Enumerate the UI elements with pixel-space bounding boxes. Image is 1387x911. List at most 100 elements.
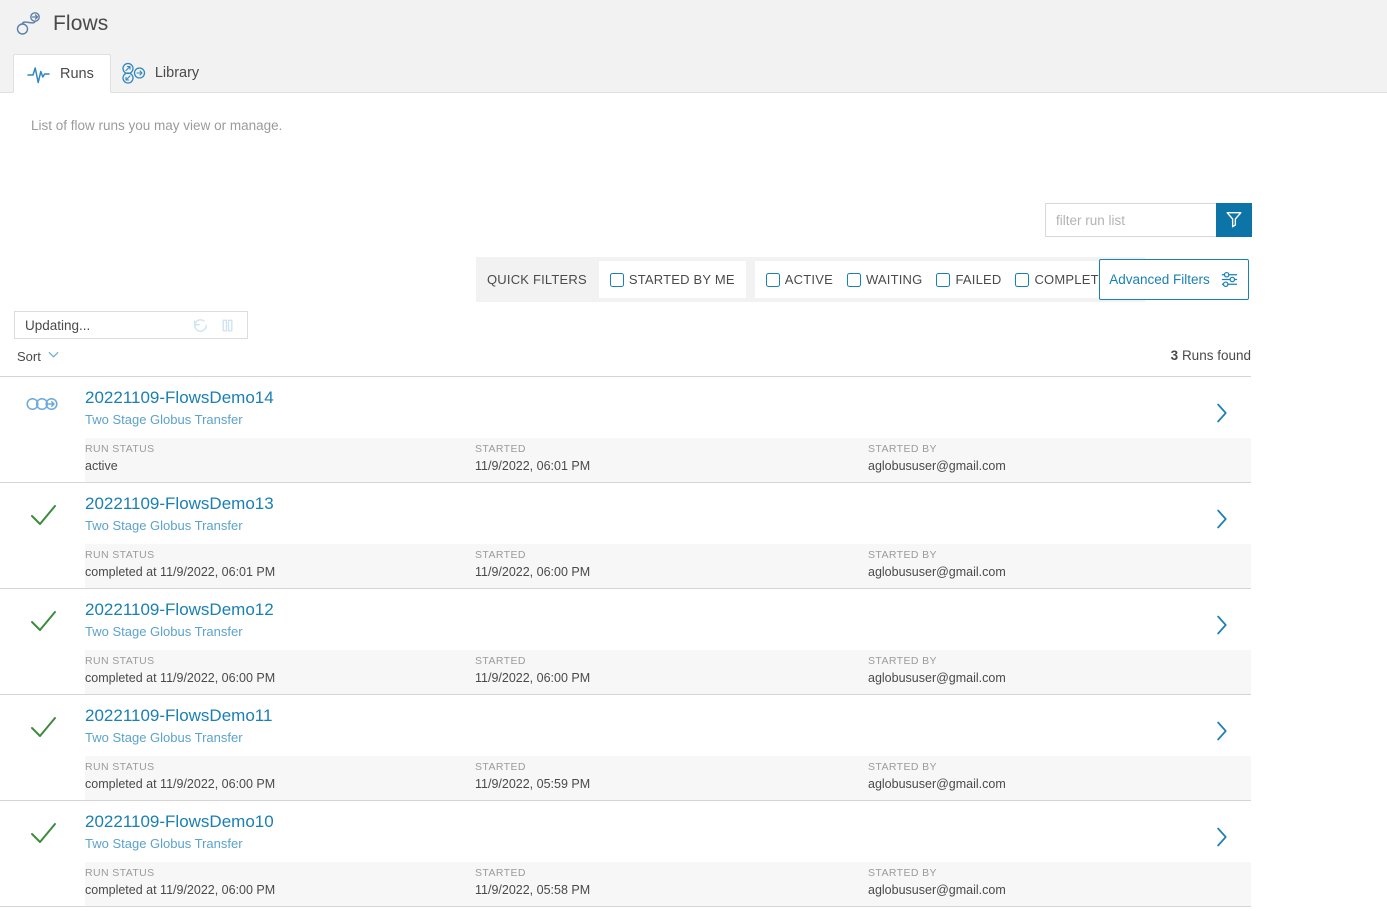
run-name-link[interactable]: 20221109-FlowsDemo13 (85, 493, 274, 514)
chevron-right-icon (1213, 825, 1230, 854)
detail-label-started-by: STARTED BY (868, 761, 937, 773)
detail-label-started-by: STARTED BY (868, 549, 937, 561)
run-flow-link[interactable]: Two Stage Globus Transfer (85, 834, 243, 853)
active-circles-icon (25, 395, 60, 418)
run-row-titles: 20221109-FlowsDemo12 Two Stage Globus Tr… (85, 599, 1191, 641)
advanced-filters-button[interactable]: Advanced Filters (1099, 259, 1249, 300)
tab-library[interactable]: Library (111, 54, 215, 92)
filter-run-list-group (1045, 203, 1252, 237)
tab-library-label: Library (154, 65, 200, 81)
detail-value-run-status: completed at 11/9/2022, 06:00 PM (85, 777, 276, 791)
checkmark-icon (28, 819, 58, 854)
checkbox-completed[interactable] (1015, 272, 1030, 287)
sort-dropdown[interactable]: Sort (17, 348, 60, 364)
detail-value-run-status: completed at 11/9/2022, 06:01 PM (85, 565, 276, 579)
quick-filter-active[interactable]: ACTIVE (765, 272, 833, 287)
run-status-icon-cell (0, 599, 85, 642)
updating-label: Updating... (25, 317, 91, 333)
detail-value-started-by: aglobususer@gmail.com (868, 671, 1006, 685)
quick-filter-failed[interactable]: FAILED (936, 272, 1001, 287)
checkmark-icon (28, 607, 58, 642)
table-row: 20221109-FlowsDemo9 Two Stage Globus Tra… (0, 907, 1251, 911)
tab-runs[interactable]: Runs (13, 54, 111, 93)
chevron-right-icon (1213, 613, 1230, 642)
pause-icon[interactable] (218, 316, 237, 335)
checkbox-waiting[interactable] (846, 272, 861, 287)
checkbox-failed[interactable] (936, 272, 951, 287)
checkbox-started-by-me[interactable] (609, 272, 624, 287)
run-detail-strip: RUN STATUS active STARTED 11/9/2022, 06:… (85, 438, 1251, 482)
quick-filter-waiting[interactable]: WAITING (846, 272, 923, 287)
run-name-link[interactable]: 20221109-FlowsDemo12 (85, 599, 274, 620)
run-detail-chevron-button[interactable] (1191, 599, 1251, 642)
detail-label-run-status: RUN STATUS (85, 549, 155, 561)
run-detail-chevron-button[interactable] (1191, 387, 1251, 430)
run-row-summary: 20221109-FlowsDemo10 Two Stage Globus Tr… (0, 801, 1251, 862)
run-detail-chevron-button[interactable] (1191, 705, 1251, 748)
page-title: Flows (53, 11, 109, 35)
run-row-titles: 20221109-FlowsDemo14 Two Stage Globus Tr… (85, 387, 1191, 429)
table-row: 20221109-FlowsDemo12 Two Stage Globus Tr… (0, 589, 1251, 695)
detail-label-run-status: RUN STATUS (85, 761, 155, 773)
app-header: Flows (0, 0, 1387, 48)
chevron-right-icon (1213, 719, 1230, 748)
run-name-link[interactable]: 20221109-FlowsDemo14 (85, 387, 274, 408)
detail-started-by: STARTED BY aglobususer@gmail.com (868, 544, 1251, 588)
checkmark-icon (28, 501, 58, 536)
run-name-link[interactable]: 20221109-FlowsDemo10 (85, 811, 274, 832)
run-detail-strip: RUN STATUS completed at 11/9/2022, 06:00… (85, 756, 1251, 800)
detail-label-started: STARTED (475, 549, 526, 561)
detail-started: STARTED 11/9/2022, 05:58 PM (475, 862, 868, 906)
updating-status-box: Updating... (14, 311, 248, 339)
table-row: 20221109-FlowsDemo10 Two Stage Globus Tr… (0, 801, 1251, 907)
detail-value-started: 11/9/2022, 05:59 PM (475, 777, 591, 791)
detail-started-by: STARTED BY aglobususer@gmail.com (868, 438, 1251, 482)
run-status-icon-cell (0, 387, 85, 418)
detail-label-run-status: RUN STATUS (85, 655, 155, 667)
detail-label-started-by: STARTED BY (868, 443, 937, 455)
list-toolbar: Sort 3 Runs found (0, 348, 1251, 377)
detail-started-by: STARTED BY aglobususer@gmail.com (868, 756, 1251, 800)
tab-bar: Runs Library (0, 48, 1387, 93)
run-flow-link[interactable]: Two Stage Globus Transfer (85, 622, 243, 641)
sliders-icon (1220, 270, 1239, 289)
quick-filters-bar: QUICK FILTERS STARTED BY ME ACTIVE WAITI… (476, 257, 1146, 302)
page-subtitle: List of flow runs you may view or manage… (31, 118, 283, 133)
run-flow-link[interactable]: Two Stage Globus Transfer (85, 728, 243, 747)
run-row-titles: 20221109-FlowsDemo10 Two Stage Globus Tr… (85, 811, 1191, 853)
detail-label-started-by: STARTED BY (868, 867, 937, 879)
detail-run-status: RUN STATUS completed at 11/9/2022, 06:00… (85, 756, 475, 800)
checkbox-active[interactable] (765, 272, 780, 287)
detail-run-status: RUN STATUS completed at 11/9/2022, 06:00… (85, 650, 475, 694)
results-count-label: Runs found (1181, 348, 1251, 363)
chevron-right-icon (1213, 507, 1230, 536)
chevron-down-icon (47, 348, 60, 364)
detail-value-run-status: completed at 11/9/2022, 06:00 PM (85, 671, 276, 685)
run-row-summary: 20221109-FlowsDemo13 Two Stage Globus Tr… (0, 483, 1251, 544)
detail-run-status: RUN STATUS active (85, 438, 475, 482)
refresh-icon[interactable] (191, 316, 210, 335)
run-flow-link[interactable]: Two Stage Globus Transfer (85, 516, 243, 535)
detail-started: STARTED 11/9/2022, 06:00 PM (475, 650, 868, 694)
run-detail-chevron-button[interactable] (1191, 493, 1251, 536)
run-detail-strip: RUN STATUS completed at 11/9/2022, 06:00… (85, 862, 1251, 906)
results-count: 3 Runs found (1171, 348, 1251, 363)
detail-value-started: 11/9/2022, 06:00 PM (475, 671, 591, 685)
run-detail-chevron-button[interactable] (1191, 811, 1251, 854)
detail-label-run-status: RUN STATUS (85, 867, 155, 879)
apply-filter-button[interactable] (1216, 203, 1252, 237)
run-flow-link[interactable]: Two Stage Globus Transfer (85, 410, 243, 429)
table-row: 20221109-FlowsDemo14 Two Stage Globus Tr… (0, 377, 1251, 483)
run-name-link[interactable]: 20221109-FlowsDemo11 (85, 705, 272, 726)
quick-filter-group-owner: STARTED BY ME (598, 261, 746, 298)
activity-pulse-icon (27, 63, 51, 85)
chevron-right-icon (1213, 401, 1230, 430)
run-row-summary: 20221109-FlowsDemo14 Two Stage Globus Tr… (0, 377, 1251, 438)
run-status-icon-cell (0, 705, 85, 748)
detail-value-run-status: completed at 11/9/2022, 06:00 PM (85, 883, 276, 897)
tab-runs-label: Runs (60, 65, 94, 82)
search-input[interactable] (1045, 203, 1216, 237)
quick-filter-label: FAILED (955, 272, 1002, 287)
detail-started-by: STARTED BY aglobususer@gmail.com (868, 862, 1251, 906)
quick-filter-started-by-me[interactable]: STARTED BY ME (609, 272, 735, 287)
